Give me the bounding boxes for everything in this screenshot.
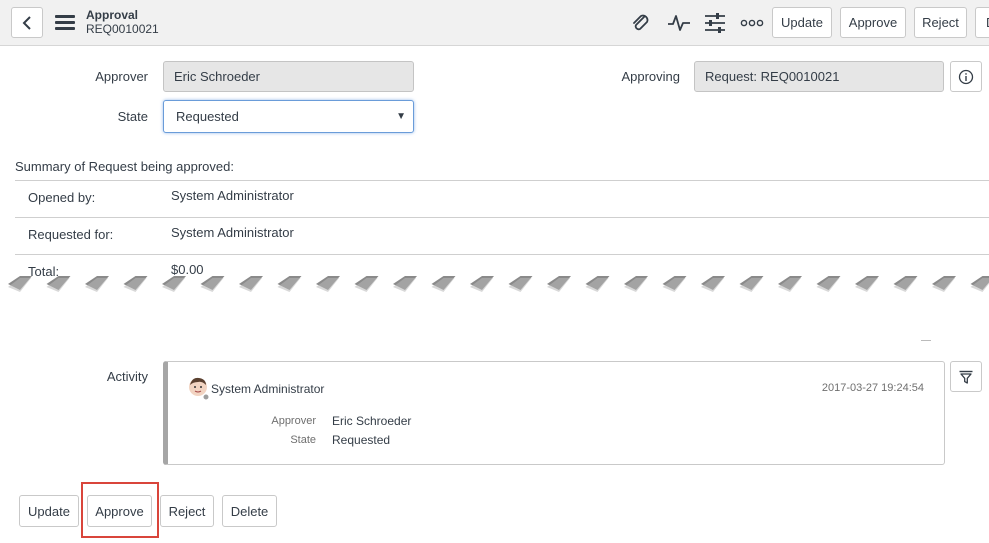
activity-filter-button[interactable] <box>950 361 982 392</box>
summary-title: Summary of Request being approved: <box>15 159 234 174</box>
approve-highlight-box <box>81 482 159 538</box>
update-button[interactable]: Update <box>19 495 79 527</box>
sliders-icon[interactable] <box>702 10 728 36</box>
activity-pulse-icon[interactable] <box>666 10 692 36</box>
approver-label: Approver <box>95 69 148 84</box>
filter-icon <box>959 370 973 384</box>
approver-field[interactable]: Eric Schroeder <box>163 61 414 92</box>
summary-row-value: System Administrator <box>171 188 294 203</box>
delete-button[interactable]: Delete <box>222 495 277 527</box>
summary-row-value: System Administrator <box>171 225 294 240</box>
separator-dash <box>921 340 931 341</box>
state-select[interactable]: Requested ▼ <box>163 100 414 133</box>
paperclip-icon[interactable] <box>628 10 654 36</box>
dropdown-caret-icon: ▼ <box>396 111 406 122</box>
activity-entry: System Administrator 2017-03-27 19:24:54… <box>163 361 945 465</box>
avatar <box>187 376 211 402</box>
record-number: REQ0010021 <box>86 22 159 36</box>
activity-field-label: Approver <box>271 415 316 427</box>
hamburger-menu-icon[interactable] <box>55 15 75 31</box>
form-header: Approval REQ0010021 Update Approve Rejec… <box>0 0 989 46</box>
back-button[interactable] <box>11 7 43 38</box>
activity-timestamp: 2017-03-27 19:24:54 <box>821 382 924 394</box>
header-delete-button[interactable]: D <box>975 7 989 38</box>
user-avatar-icon <box>189 377 210 401</box>
activity-field-label: State <box>290 434 316 446</box>
record-title: Approval REQ0010021 <box>86 8 159 36</box>
approving-label: Approving <box>621 69 680 84</box>
header-reject-button[interactable]: Reject <box>914 7 967 38</box>
reject-button[interactable]: Reject <box>160 495 214 527</box>
activity-label: Activity <box>106 369 148 384</box>
header-update-button[interactable]: Update <box>772 7 832 38</box>
summary-row-label: Opened by: <box>28 190 96 205</box>
header-approve-button[interactable]: Approve <box>840 7 906 38</box>
divider <box>15 180 989 181</box>
torn-edge-divider <box>0 268 989 298</box>
state-label: State <box>117 109 148 124</box>
info-icon <box>958 69 974 84</box>
divider <box>15 217 989 218</box>
divider <box>15 254 989 255</box>
summary-row-label: Requested for: <box>28 227 114 242</box>
state-select-value: Requested <box>176 109 239 124</box>
activity-field-value: Eric Schroeder <box>332 414 412 428</box>
back-chevron-icon <box>22 15 31 30</box>
record-title-name: Approval <box>86 8 139 22</box>
activity-field-value: Requested <box>332 433 391 447</box>
activity-user-name: System Administrator <box>211 382 325 396</box>
approving-field[interactable]: Request: REQ0010021 <box>694 61 944 92</box>
more-dots-icon[interactable] <box>739 10 765 36</box>
preview-record-button[interactable] <box>950 61 982 92</box>
